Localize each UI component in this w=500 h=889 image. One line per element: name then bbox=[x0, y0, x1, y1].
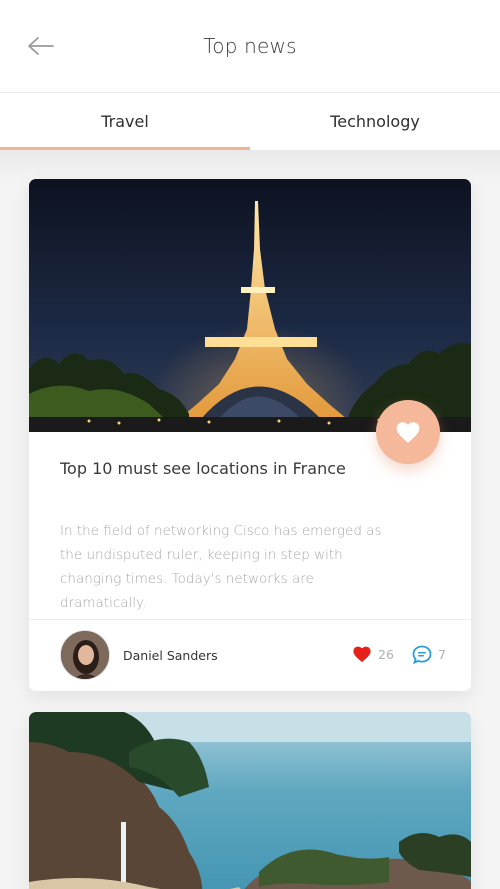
news-feed[interactable]: Top 10 must see locations in France In t… bbox=[0, 150, 500, 889]
comment-icon bbox=[412, 645, 432, 664]
comment-button[interactable]: 7 bbox=[412, 645, 446, 664]
back-button[interactable] bbox=[26, 33, 56, 59]
tab-label: Travel bbox=[101, 112, 149, 131]
like-count: 26 bbox=[378, 646, 394, 662]
news-card[interactable] bbox=[29, 712, 471, 889]
tab-bar: Travel Technology bbox=[0, 92, 500, 150]
card-divider bbox=[29, 619, 471, 620]
heart-icon bbox=[396, 422, 420, 443]
author-name[interactable]: Daniel Sanders bbox=[123, 648, 218, 663]
card-description: In the field of networking Cisco has eme… bbox=[60, 523, 382, 611]
author-avatar[interactable] bbox=[60, 630, 110, 680]
card-image[interactable] bbox=[29, 712, 471, 889]
news-card[interactable]: Top 10 must see locations in France In t… bbox=[29, 179, 471, 691]
page-title: Top news bbox=[203, 34, 297, 58]
comment-count: 7 bbox=[438, 647, 446, 662]
app-header: Top news bbox=[0, 0, 500, 92]
card-title[interactable]: Top 10 must see locations in France bbox=[60, 459, 360, 478]
tab-technology[interactable]: Technology bbox=[250, 93, 500, 150]
heart-icon bbox=[353, 646, 371, 663]
card-image[interactable] bbox=[29, 179, 471, 432]
tab-travel[interactable]: Travel bbox=[0, 93, 250, 150]
arrow-left-icon bbox=[28, 37, 54, 55]
favorite-button[interactable] bbox=[376, 400, 440, 464]
tab-label: Technology bbox=[330, 112, 420, 131]
like-button[interactable]: 26 bbox=[352, 645, 394, 663]
